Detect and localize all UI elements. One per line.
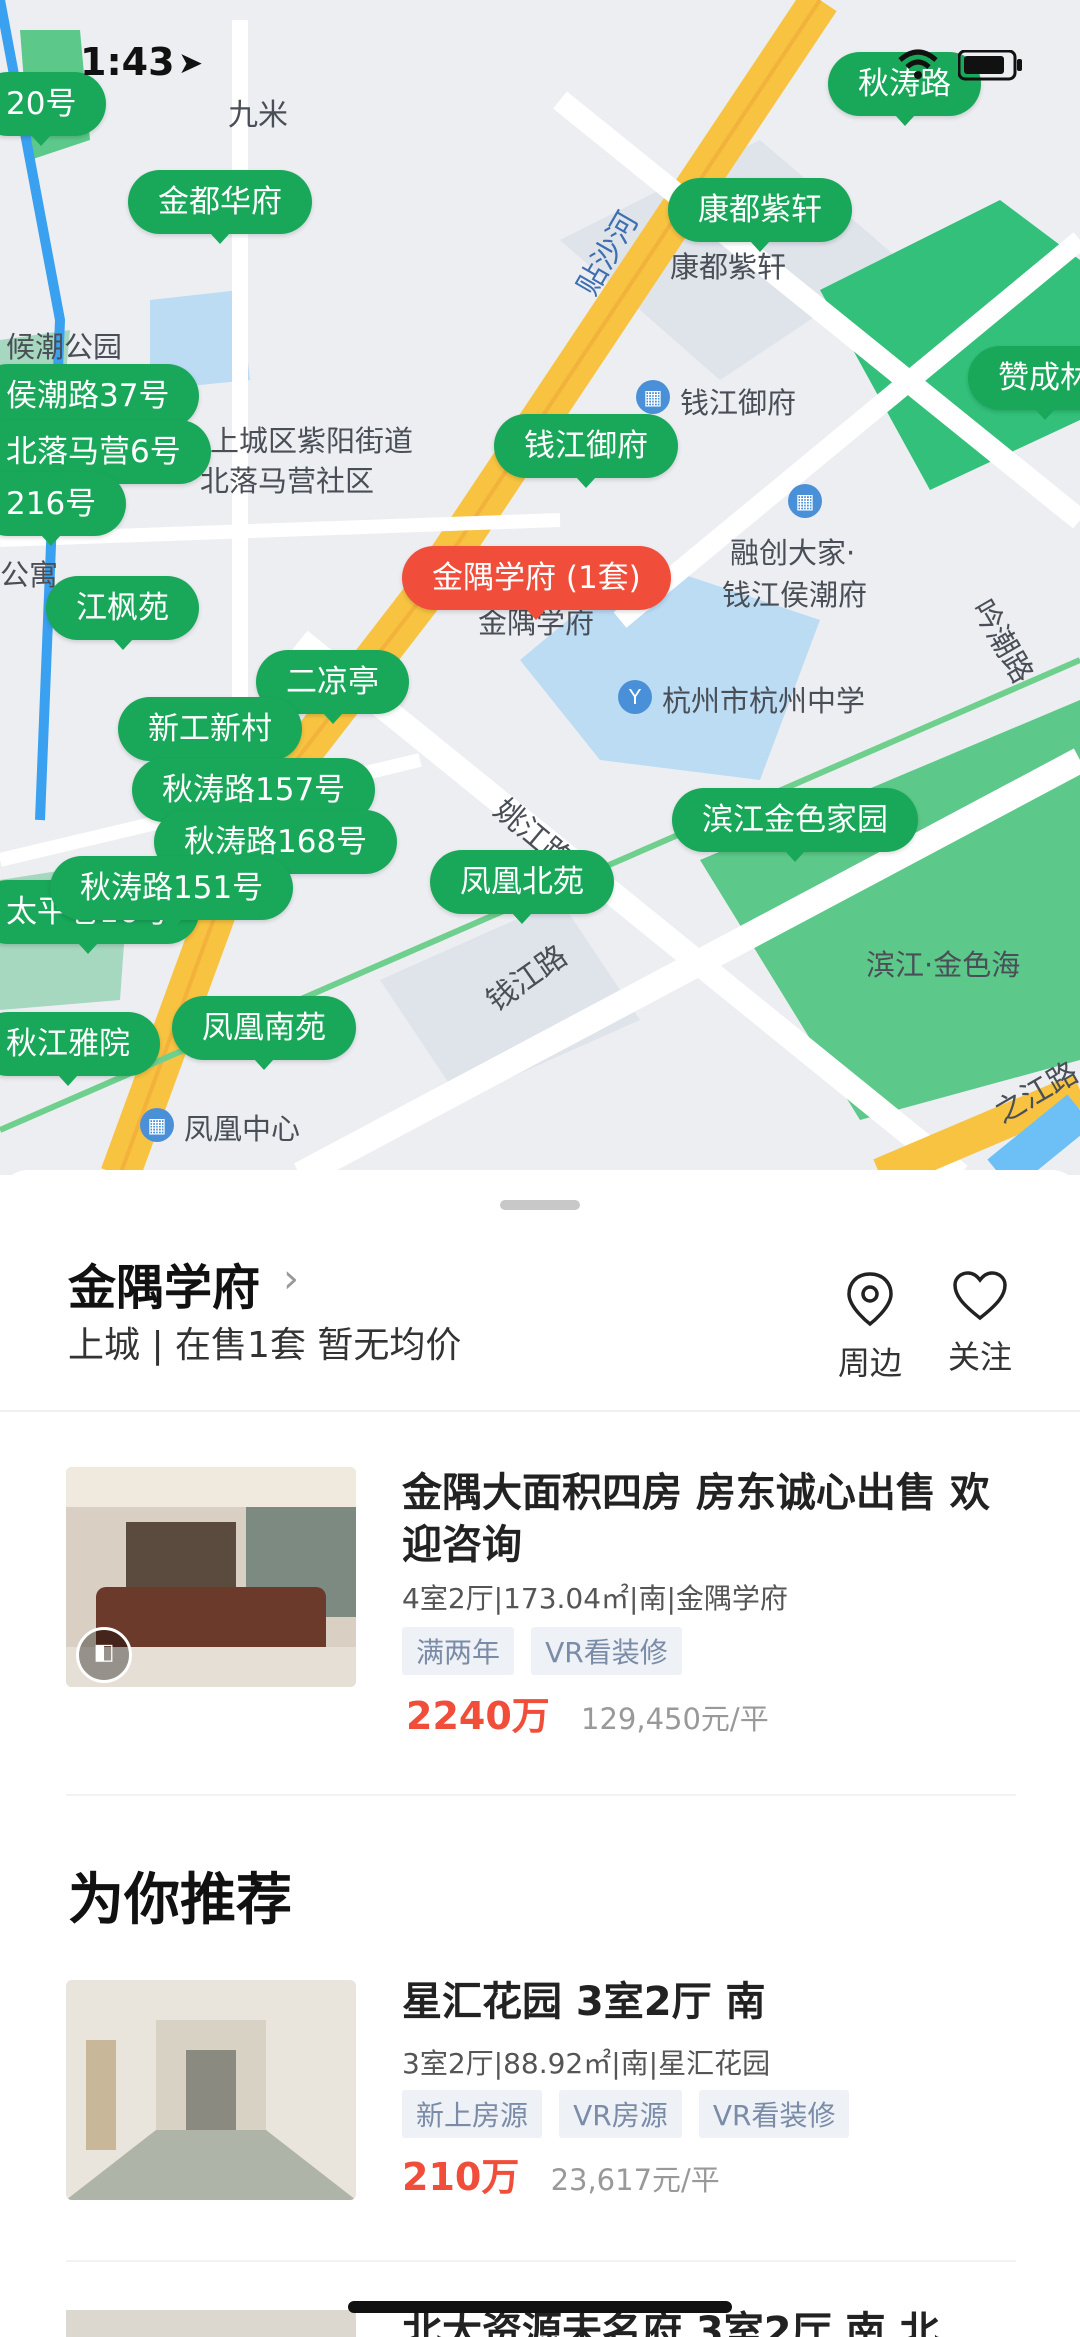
follow-button[interactable]: 关注 [940,1270,1020,1378]
listing-price: 210万 23,617元/平 [402,2146,720,2201]
map-marker[interactable]: 侯潮路37号 [0,364,200,438]
map-marker[interactable]: 金都华府 [128,170,312,244]
unit-price: 129,450元/平 [581,1702,769,1736]
place-label: 钱江侯潮府 [722,578,868,612]
school-icon: Y [618,680,652,714]
map-marker[interactable]: 康都紫轩 [668,178,852,252]
park-label: 候潮公园 [6,330,123,364]
map-marker-selected[interactable]: 金隅学府 (1套) [402,546,671,620]
unit-price: 23,617元/平 [550,2163,720,2197]
map-marker[interactable]: 秋涛路151号 [50,856,294,930]
home-indicator[interactable] [348,2301,732,2313]
map-marker[interactable]: 赞成林 [968,346,1080,420]
property-sheet[interactable]: 金隅学府 › 上城 | 在售1套 暂无均价 周边 关注 ◧ 金隅大面积四房 房东… [0,1170,1080,2337]
listing-specs: 4室2厅|173.04㎡|南|金隅学府 [402,1582,788,1615]
map-view[interactable]: 候潮公园 康都紫轩 ▦ 钱江御府 ▦ 融创大家· 钱江侯潮府 金隅学府 Y 杭州… [0,0,1080,1175]
building-icon: ▦ [636,380,670,414]
community-title[interactable]: 金隅学府 [68,1248,260,1318]
tag: VR看装修 [531,1627,682,1675]
map-marker[interactable]: 凤凰北苑 [430,850,614,924]
map-marker[interactable]: 凤凰南苑 [172,996,356,1070]
map-marker[interactable]: 新工新村 [118,697,302,771]
tag: 满两年 [402,1627,515,1675]
listing-card[interactable]: ◧ 金隅大面积四房 房东诚心出售 欢迎咨询 4室2厅|173.04㎡|南|金隅学… [66,1467,1016,1767]
map-marker[interactable]: 秋江雅院 [0,1012,160,1086]
map-marker[interactable]: 滨江金色家园 [672,788,918,862]
place-label: 凤凰中心 [184,1112,301,1146]
total-price: 210万 [402,2155,520,2199]
building-icon: ▦ [140,1108,174,1142]
district-label: 上城区紫阳街道 [210,424,414,458]
map-marker[interactable]: 江枫苑 [46,576,199,650]
district-label: 北落马营社区 [200,464,375,498]
recommend-card[interactable]: 星汇花园 3室2厅 南 3室2厅|88.92㎡|南|星汇花园 新上房源 VR房源… [66,1979,1016,2220]
location-arrow-icon: ➤ [178,46,204,81]
total-price: 2240万 [406,1694,550,1738]
place-label: 滨江·金色海 [866,948,1021,982]
community-summary: 上城 | 在售1套 暂无均价 [68,1325,462,1366]
nearby-button[interactable]: 周边 [830,1270,910,1384]
tag: VR看装修 [698,2090,850,2138]
listing-title: 北大资源未名府 3室2厅 南 北 [402,2310,940,2337]
listing-tags: 新上房源 VR房源 VR看装修 [402,2090,861,2138]
recommend-heading: 为你推荐 [68,1868,292,1933]
heart-icon [953,1271,1007,1321]
battery-icon [958,50,1022,81]
sheet-handle[interactable] [500,1200,580,1210]
wifi-icon [898,49,938,79]
map-marker[interactable]: 216号 [0,472,127,546]
status-bar: 1:43 ➤ [0,0,1080,130]
listing-photo [66,1980,356,2200]
location-pin-icon [847,1272,893,1327]
place-label: 融创大家· [730,536,856,570]
place-label: 钱江御府 [680,386,797,420]
status-time: 1:43 [80,40,175,84]
listing-photo [66,2310,356,2337]
listing-price: 2240万 129,450元/平 [406,1685,769,1740]
listing-title: 星汇花园 3室2厅 南 [402,1979,766,2025]
listing-title: 金隅大面积四房 房东诚心出售 欢迎咨询 [402,1470,990,1568]
listing-tags: 满两年 VR看装修 [402,1627,694,1675]
divider [66,2260,1016,2262]
listing-specs: 3室2厅|88.92㎡|南|星汇花园 [402,2047,771,2080]
tag: VR房源 [559,2090,682,2138]
map-marker[interactable]: 钱江御府 [494,414,678,488]
follow-label: 关注 [947,1338,1012,1376]
listing-photo: ◧ [66,1467,356,1687]
nearby-label: 周边 [837,1344,902,1382]
recommend-card[interactable]: 北大资源未名府 3室2厅 南 北 [66,2310,1016,2337]
chevron-right-icon[interactable]: › [283,1256,299,1302]
place-label: 公寓 [0,558,59,592]
tag: 新上房源 [402,2090,543,2138]
place-label: 杭州市杭州中学 [662,684,866,718]
divider [0,1410,1080,1412]
building-icon: ▦ [788,484,822,518]
divider [66,1794,1016,1796]
vr-icon: ◧ [76,1627,132,1683]
